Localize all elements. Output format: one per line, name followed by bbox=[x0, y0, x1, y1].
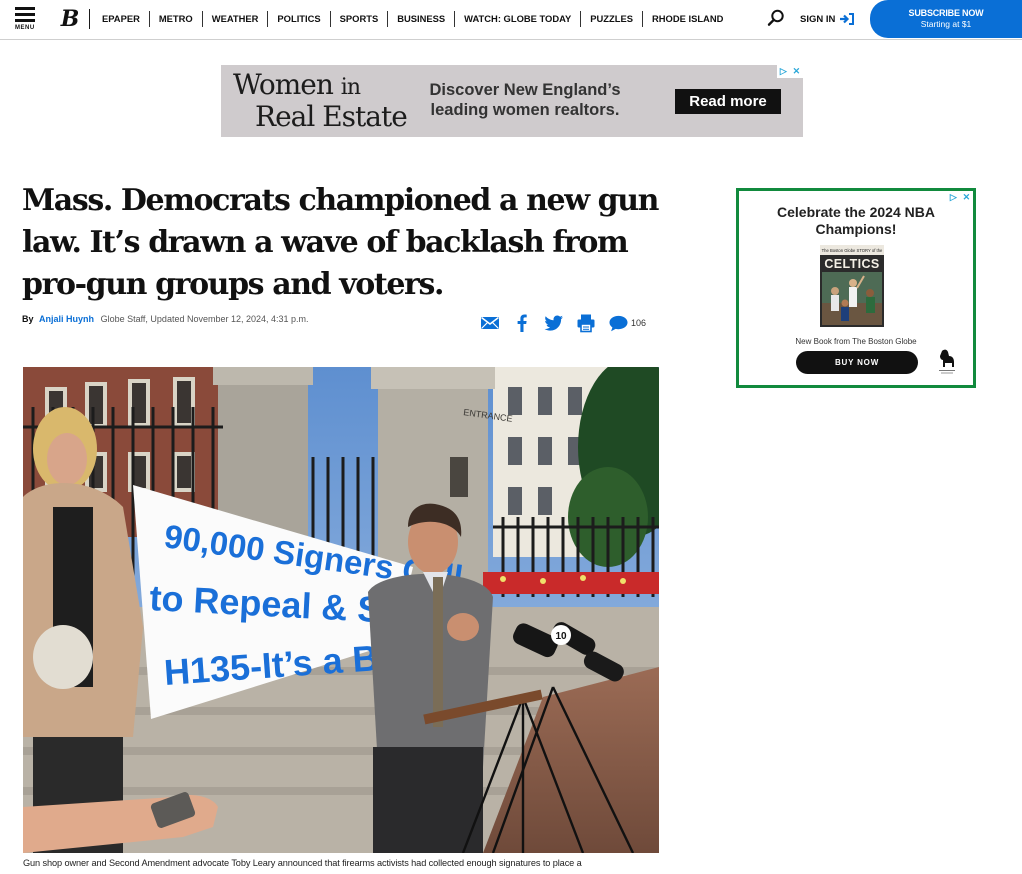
ad-brand-line1: Women in bbox=[233, 68, 361, 104]
nav-item-business[interactable]: BUSINESS bbox=[387, 11, 454, 27]
ad-brand-women: Women bbox=[233, 68, 334, 101]
side-ad-headline: Celebrate the 2024 NBA Champions! bbox=[777, 204, 935, 237]
nav-item-puzzles[interactable]: PUZZLES bbox=[580, 11, 642, 27]
signin-arrow-icon bbox=[840, 13, 855, 25]
nav-item-metro[interactable]: METRO bbox=[148, 11, 202, 27]
ad-read-more-button[interactable]: Read more bbox=[675, 89, 781, 114]
adchoices-icon[interactable]: ▷ ✕ bbox=[777, 65, 803, 78]
publisher-logo-icon bbox=[939, 349, 955, 374]
book-cover-image: The Boston Globe STORY of the CELTICS bbox=[820, 245, 884, 327]
ad-brand-real-estate: Real Estate bbox=[255, 100, 408, 133]
facebook-icon[interactable] bbox=[512, 313, 532, 333]
menu-button[interactable]: MENU bbox=[14, 7, 40, 33]
comments-link[interactable]: 106 bbox=[608, 314, 646, 333]
globe-logo[interactable]: B bbox=[58, 6, 82, 32]
signin-link[interactable]: SIGN IN bbox=[800, 13, 855, 25]
nav-item-sports[interactable]: SPORTS bbox=[329, 11, 388, 27]
side-ad-subtext: New Book from The Boston Globe bbox=[795, 337, 917, 346]
subscribe-label: SUBSCRIBE NOW bbox=[908, 8, 984, 18]
nav-item-weather[interactable]: WEATHER bbox=[201, 11, 268, 27]
comment-count: 106 bbox=[631, 318, 647, 328]
byline: By Anjali Huynh Globe Staff, Updated Nov… bbox=[22, 314, 309, 324]
nav-item-rhode-island[interactable]: RHODE ISLAND bbox=[642, 11, 732, 27]
photo-caption: Gun shop owner and Second Amendment advo… bbox=[23, 858, 582, 868]
menu-label: MENU bbox=[15, 25, 35, 31]
section-nav: EPAPER METRO WEATHER POLITICS SPORTS BUS… bbox=[90, 11, 732, 27]
share-bar: 106 bbox=[480, 313, 646, 333]
search-icon[interactable] bbox=[767, 9, 785, 27]
subscribe-button[interactable]: SUBSCRIBE NOW Starting at $1 bbox=[870, 0, 1022, 38]
article-headline: Mass. Democrats championed a new gun law… bbox=[22, 183, 659, 302]
ad-brand-in: in bbox=[340, 75, 361, 100]
photo-scene: ENTRANCE 90,000 Signers Call to Repeal &… bbox=[23, 367, 659, 853]
nav-item-globe-today[interactable]: WATCH: GLOBE TODAY bbox=[454, 11, 580, 27]
banner-ad[interactable]: Women in Real Estate Discover New Englan… bbox=[221, 65, 803, 137]
article-photo: ENTRANCE 90,000 Signers Call to Repeal &… bbox=[23, 367, 659, 853]
menu-icon-bar bbox=[15, 19, 35, 22]
ad-copy: Discover New England’s leading women rea… bbox=[429, 81, 621, 119]
twitter-icon[interactable] bbox=[544, 313, 564, 333]
byline-meta: Globe Staff, Updated November 12, 2024, … bbox=[100, 314, 309, 324]
mic-flag-label: 10 bbox=[555, 631, 567, 642]
menu-icon-bar bbox=[15, 13, 35, 16]
email-icon[interactable] bbox=[480, 313, 500, 333]
byline-by: By bbox=[22, 314, 34, 324]
comment-icon bbox=[609, 315, 628, 331]
top-nav: MENU B EPAPER METRO WEATHER POLITICS SPO… bbox=[0, 0, 1022, 40]
nav-item-epaper[interactable]: EPAPER bbox=[90, 11, 149, 27]
print-icon[interactable] bbox=[576, 313, 596, 333]
signin-label: SIGN IN bbox=[800, 13, 836, 25]
buy-now-button[interactable]: BUY NOW bbox=[796, 351, 918, 374]
sidebar-ad[interactable]: Celebrate the 2024 NBA Champions! The Bo… bbox=[736, 188, 976, 388]
book-top-text: The Boston Globe STORY of the bbox=[822, 248, 883, 253]
nav-item-politics[interactable]: POLITICS bbox=[267, 11, 329, 27]
subscribe-price: Starting at $1 bbox=[920, 19, 972, 29]
menu-icon bbox=[15, 7, 35, 10]
side-adchoices-icon[interactable]: ▷ ✕ bbox=[947, 191, 973, 204]
book-title: CELTICS bbox=[824, 257, 879, 271]
author-link[interactable]: Anjali Huynh bbox=[39, 314, 94, 324]
